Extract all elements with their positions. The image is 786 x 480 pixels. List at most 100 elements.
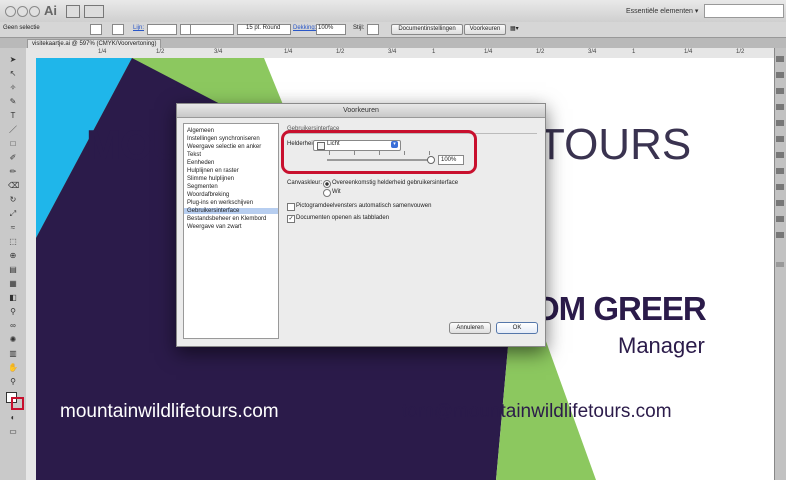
document-settings-button[interactable]: Documentinstellingen: [391, 24, 463, 35]
workspace-switcher[interactable]: Essentiële elementen ▾: [626, 7, 698, 15]
arrange-icon[interactable]: ▦▾: [510, 25, 519, 32]
zoom-window-icon[interactable]: [29, 6, 40, 17]
graph-tool-icon[interactable]: ▥: [8, 350, 18, 358]
blend-tool-icon[interactable]: ∞: [8, 322, 18, 330]
artboards-panel-icon[interactable]: [776, 216, 784, 222]
links-panel-icon[interactable]: [776, 232, 784, 238]
cancel-button[interactable]: Annuleren: [449, 322, 491, 334]
ruler-mark: 1/4: [684, 49, 693, 55]
ok-button[interactable]: OK: [496, 322, 538, 334]
gradient-tool-icon[interactable]: ◧: [8, 294, 18, 302]
preferences-dialog: Voorkeuren Algemeen Instellingen synchro…: [176, 103, 546, 347]
style-swatch[interactable]: [367, 24, 379, 35]
collapse-panels-checkbox[interactable]: [287, 203, 295, 211]
layers-panel-icon[interactable]: [776, 200, 784, 206]
color-panel-icon[interactable]: [776, 56, 784, 62]
ruler-mark: 1/2: [336, 49, 345, 55]
variable-width-select[interactable]: [190, 24, 234, 35]
category-weergave-selectie[interactable]: Weergave selectie en anker: [187, 144, 261, 150]
category-woordafbreking[interactable]: Woordafbreking: [187, 192, 229, 198]
fill-swatch[interactable]: [90, 24, 102, 35]
gradient-panel-icon[interactable]: [776, 136, 784, 142]
company-name-right: TOURS: [538, 120, 692, 169]
mesh-tool-icon[interactable]: ▦: [8, 280, 18, 288]
app-logo: Ai: [44, 3, 57, 18]
appearance-panel-icon[interactable]: [776, 168, 784, 174]
ruler-mark: 1: [432, 49, 436, 55]
transparency-panel-icon[interactable]: [776, 152, 784, 158]
style-label: Stijl:: [353, 25, 365, 31]
magic-wand-tool-icon[interactable]: ✧: [8, 84, 18, 92]
pencil-tool-icon[interactable]: ✏: [8, 168, 18, 176]
stroke-panel-icon[interactable]: [776, 120, 784, 126]
open-as-tabs-label: Documenten openen als tabbladen: [296, 215, 390, 221]
zoom-tool-icon[interactable]: ⚲: [8, 378, 18, 386]
ruler-mark: 1: [632, 49, 636, 55]
graphic-styles-panel-icon[interactable]: [776, 184, 784, 190]
type-tool-icon[interactable]: T: [8, 112, 18, 120]
canvas-match-radio[interactable]: [323, 180, 331, 188]
search-input[interactable]: [704, 4, 784, 18]
open-as-tabs-checkbox[interactable]: ✓: [287, 215, 295, 223]
ruler-mark: 3/4: [214, 49, 223, 55]
canvas-match-label: Overeenkomstig helderheid gebruikersinte…: [332, 180, 459, 186]
close-window-icon[interactable]: [5, 6, 16, 17]
arrange-documents-icon[interactable]: [84, 5, 104, 18]
category-hulplijnen-raster[interactable]: Hulplijnen en raster: [187, 168, 239, 174]
company-name-left: MOU: [86, 121, 182, 168]
pen-tool-icon[interactable]: ✎: [8, 98, 18, 106]
drawing-mode-icon[interactable]: ◐: [8, 414, 18, 422]
brush-value: 15 pt. Round: [246, 25, 281, 31]
selection-tool-icon[interactable]: ➤: [8, 56, 18, 64]
minimize-window-icon[interactable]: [17, 6, 28, 17]
direct-selection-tool-icon[interactable]: ↖: [8, 70, 18, 78]
brushes-panel-icon[interactable]: [776, 88, 784, 94]
category-eenheden[interactable]: Eenheden: [187, 160, 214, 166]
opacity-link[interactable]: Dekking:: [293, 25, 316, 31]
category-tekst[interactable]: Tekst: [187, 152, 201, 158]
category-gebruikersinterface[interactable]: Gebruikersinterface: [184, 208, 278, 214]
canvas-white-label: Wit: [332, 189, 341, 195]
rectangle-tool-icon[interactable]: □: [8, 140, 18, 148]
website-text: mountainwildlifetours.com: [60, 401, 279, 422]
highlight-ring: [281, 130, 477, 174]
person-role: Manager: [618, 333, 705, 358]
ruler-mark: 1/2: [156, 49, 165, 55]
line-tool-icon[interactable]: ／: [8, 126, 18, 134]
ruler-mark: 1/2: [736, 49, 745, 55]
category-plugins[interactable]: Plug-ins en werkschijven: [187, 200, 253, 206]
width-tool-icon[interactable]: ≈: [8, 224, 18, 232]
category-weergave-zwart[interactable]: Weergave van zwart: [187, 224, 242, 230]
category-algemeen[interactable]: Algemeen: [187, 128, 214, 134]
rotate-tool-icon[interactable]: ↻: [8, 196, 18, 204]
hand-tool-icon[interactable]: ✋: [8, 364, 18, 372]
opacity-value: 100%: [318, 25, 334, 31]
ruler-mark: 1/4: [284, 49, 293, 55]
scale-tool-icon[interactable]: ⤢: [8, 210, 18, 218]
symbol-sprayer-tool-icon[interactable]: ✺: [8, 336, 18, 344]
category-slimme-hulplijnen[interactable]: Slimme hulplijnen: [187, 176, 234, 182]
paintbrush-tool-icon[interactable]: ✐: [8, 154, 18, 162]
preferences-button[interactable]: Voorkeuren: [464, 24, 506, 35]
stroke-link[interactable]: Lijn:: [133, 25, 144, 31]
perspective-grid-tool-icon[interactable]: ▤: [8, 266, 18, 274]
vertical-scrollbar-thumb[interactable]: [776, 262, 784, 267]
shape-builder-tool-icon[interactable]: ⊕: [8, 252, 18, 260]
swatches-panel-icon[interactable]: [776, 72, 784, 78]
category-bestandsbeheer[interactable]: Bestandsbeheer en Klembord: [187, 216, 266, 222]
email-text: tom@mountainwildlifetours.com: [402, 401, 672, 422]
screen-mode-icon[interactable]: ▭: [8, 428, 18, 436]
stroke-color-icon[interactable]: [11, 397, 24, 410]
category-instellingen-synchroniseren[interactable]: Instellingen synchroniseren: [187, 136, 260, 142]
preferences-category-list: Algemeen Instellingen synchroniseren Wee…: [183, 123, 279, 339]
eyedropper-tool-icon[interactable]: ⚲: [8, 308, 18, 316]
symbols-panel-icon[interactable]: [776, 104, 784, 110]
bridge-icon[interactable]: [66, 5, 80, 18]
ruler-mark: 1/4: [98, 49, 107, 55]
stroke-swatch[interactable]: [112, 24, 124, 35]
eraser-tool-icon[interactable]: ⌫: [8, 182, 19, 190]
category-segmenten[interactable]: Segmenten: [187, 184, 218, 190]
stroke-weight-field[interactable]: [147, 24, 177, 35]
canvas-white-radio[interactable]: [323, 189, 331, 197]
free-transform-tool-icon[interactable]: ⬚: [8, 238, 18, 246]
